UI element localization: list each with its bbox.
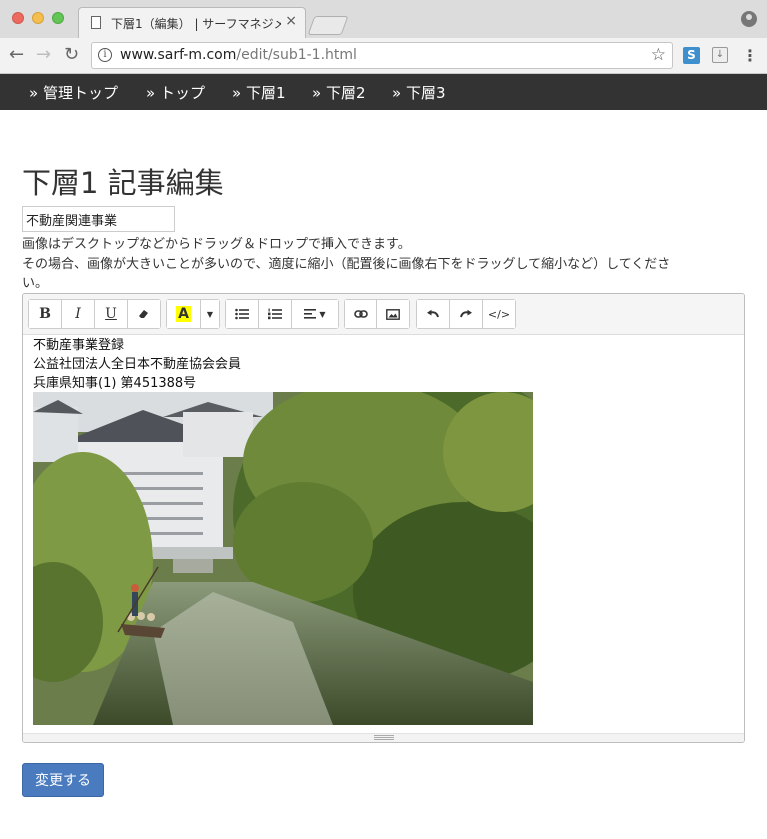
insert-group: [344, 299, 410, 329]
profile-icon[interactable]: [741, 11, 757, 27]
url-path: /edit/sub1-1.html: [236, 47, 357, 63]
underline-button[interactable]: U: [95, 300, 128, 328]
bold-button[interactable]: B: [29, 300, 62, 328]
minimize-window-button[interactable]: [32, 12, 44, 24]
maximize-window-button[interactable]: [52, 12, 64, 24]
numbered-list-icon: [268, 308, 282, 320]
align-left-icon: [304, 309, 317, 319]
help-text-line-3: い。: [22, 276, 49, 291]
eraser-button[interactable]: [128, 300, 160, 328]
help-text-line-1: 画像はデスクトップなどからドラッグ＆ドロップで挿入できます。: [22, 237, 411, 252]
editor-content[interactable]: 不動産事業登録 公益社団法人全日本不動産協会会員 兵庫県知事(1) 第45138…: [33, 336, 734, 393]
canal-photo-image[interactable]: [33, 392, 533, 725]
resize-grip-icon: [374, 735, 394, 740]
undo-button[interactable]: [417, 300, 450, 328]
new-tab-button[interactable]: [307, 16, 349, 35]
nav-sub3[interactable]: » 下層3: [392, 82, 446, 103]
forward-arrow-icon[interactable]: →: [36, 44, 51, 66]
editor-resize-handle[interactable]: [23, 733, 744, 742]
bookmark-star-icon[interactable]: ☆: [651, 45, 666, 65]
browser-toolbar: ← → ↻ i www.sarf-m.com/edit/sub1-1.html …: [0, 38, 767, 74]
text-color-icon: A: [176, 306, 191, 322]
extension-s-icon[interactable]: S: [683, 47, 700, 64]
rich-text-editor: B I U A ▼ ▼ </> 不動産事業登録 公益社団法人全日本不動産協会会員…: [22, 293, 745, 743]
url-host: www.sarf-m.com: [120, 47, 237, 63]
font-style-group: B I U: [28, 299, 161, 329]
italic-button[interactable]: I: [62, 300, 95, 328]
chevron-down-icon: ▼: [319, 309, 326, 319]
help-text-line-2: その場合、画像が大きいことが多いので、適度に縮小（配置後に画像右下をドラッグして…: [22, 257, 671, 272]
unordered-list-button[interactable]: [226, 300, 259, 328]
text-color-button[interactable]: A: [167, 300, 201, 328]
color-group: A ▼: [166, 299, 220, 329]
browser-menu-icon[interactable]: ⋮: [742, 46, 758, 65]
content-line-2: 公益社団法人全日本不動産協会会員: [33, 357, 242, 372]
align-dropdown-button[interactable]: ▼: [292, 300, 338, 328]
url-text: www.sarf-m.com/edit/sub1-1.html: [120, 47, 357, 63]
back-arrow-icon[interactable]: ←: [9, 44, 24, 66]
eraser-icon: [139, 310, 148, 318]
browser-tab-bar: 下層1（編集） | サーフマネジメン ×: [0, 0, 767, 38]
editor-toolbar: B I U A ▼ ▼ </>: [23, 294, 744, 335]
nav-sub2[interactable]: » 下層2: [312, 82, 366, 103]
insert-image-button[interactable]: [377, 300, 409, 328]
address-bar[interactable]: i www.sarf-m.com/edit/sub1-1.html ☆: [91, 42, 673, 69]
nav-top[interactable]: » トップ: [146, 82, 205, 103]
history-group: </>: [416, 299, 516, 329]
nav-sub1[interactable]: » 下層1: [232, 82, 286, 103]
code-view-button[interactable]: </>: [483, 300, 515, 328]
save-changes-button[interactable]: 変更する: [22, 763, 104, 797]
article-title-field[interactable]: [22, 206, 175, 232]
document-icon: [91, 16, 101, 29]
paragraph-group: ▼: [225, 299, 339, 329]
download-extension-icon[interactable]: ↓: [712, 47, 728, 63]
tab-title: 下層1（編集） | サーフマネジメン: [111, 17, 281, 31]
reload-icon[interactable]: ↻: [64, 44, 79, 66]
nav-admin-top[interactable]: » 管理トップ: [29, 82, 118, 103]
bullet-list-icon: [235, 308, 249, 320]
browser-tab[interactable]: 下層1（編集） | サーフマネジメン ×: [78, 7, 306, 38]
content-line-3: 兵庫県知事(1) 第451388号: [33, 376, 197, 391]
link-icon: [353, 310, 368, 318]
page-title: 下層1 記事編集: [22, 166, 224, 200]
ordered-list-button[interactable]: [259, 300, 292, 328]
color-dropdown-button[interactable]: ▼: [201, 300, 219, 328]
content-line-1: 不動産事業登録: [33, 338, 125, 353]
redo-icon: [460, 309, 472, 318]
redo-button[interactable]: [450, 300, 483, 328]
image-icon: [386, 308, 400, 320]
site-nav: » 管理トップ » トップ » 下層1 » 下層2 » 下層3: [0, 74, 767, 110]
tab-close-icon[interactable]: ×: [285, 13, 297, 29]
info-icon[interactable]: i: [98, 48, 112, 62]
undo-icon: [427, 309, 439, 318]
close-window-button[interactable]: [12, 12, 24, 24]
insert-link-button[interactable]: [345, 300, 378, 328]
